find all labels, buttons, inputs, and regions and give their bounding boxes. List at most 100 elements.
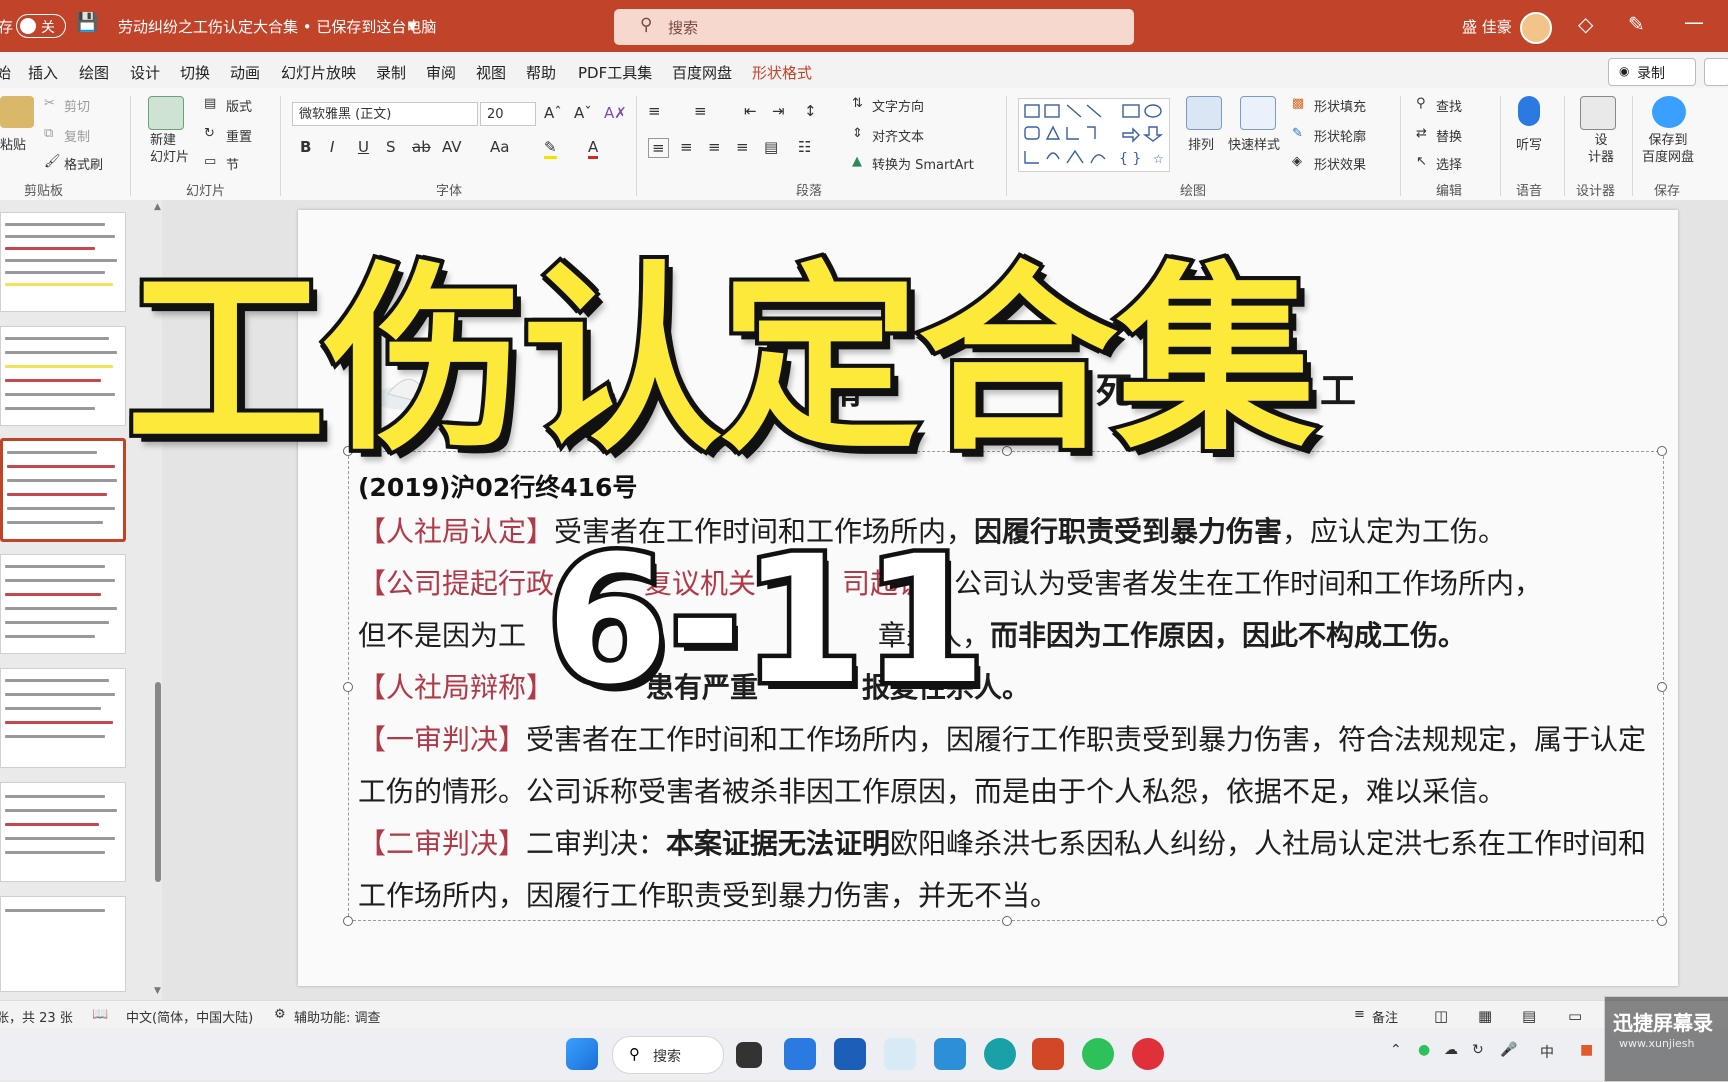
cut-icon[interactable]: ✂ <box>44 96 55 111</box>
tab-animations[interactable]: 动画 <box>230 62 260 83</box>
shape-effects-icon[interactable]: ◈ <box>1292 154 1302 169</box>
cut-button[interactable]: 剪切 <box>64 96 90 115</box>
dictionary-app-icon[interactable] <box>934 1038 966 1070</box>
comment-button[interactable] <box>1704 58 1728 86</box>
tab-insert[interactable]: 插入 <box>28 62 58 83</box>
tab-record[interactable]: 录制 <box>376 62 406 83</box>
normal-view-icon[interactable]: ◫ <box>1434 1007 1448 1025</box>
resize-handle[interactable] <box>1657 446 1667 456</box>
font-color-icon[interactable]: A <box>588 138 599 159</box>
format-painter-button[interactable]: 格式刷 <box>64 154 103 173</box>
slide-sorter-icon[interactable]: ▦ <box>1478 1007 1492 1025</box>
text-direction-button[interactable]: 文字方向 <box>872 96 924 115</box>
chevron-up-icon[interactable]: ⌃ <box>1390 1042 1402 1058</box>
select-icon[interactable]: ↖ <box>1416 154 1427 169</box>
save-baidu-button[interactable]: 保存到 百度网盘 <box>1642 132 1694 166</box>
bullets-icon[interactable]: ≡ <box>648 102 661 120</box>
paste-icon[interactable] <box>0 96 34 128</box>
language-indicator[interactable]: 中文(简体，中国大陆) <box>126 1007 253 1026</box>
netease-music-icon[interactable] <box>1132 1038 1164 1070</box>
line-spacing-icon[interactable]: ↕ <box>804 102 817 120</box>
ime-icon[interactable]: 中 <box>1540 1042 1554 1062</box>
shadow-icon[interactable]: S <box>386 138 396 156</box>
dictate-button[interactable]: 听写 <box>1516 134 1542 153</box>
copy-button[interactable]: 复制 <box>64 126 90 145</box>
powerpoint-icon[interactable] <box>1032 1038 1064 1070</box>
tab-transitions[interactable]: 切换 <box>180 62 210 83</box>
tab-help[interactable]: 帮助 <box>526 62 556 83</box>
decrease-indent-icon[interactable]: ⇤ <box>744 102 757 120</box>
pen-icon[interactable]: ✎ <box>1628 12 1645 36</box>
document-title[interactable]: 劳动纠纷之工伤认定大合集 • 已保存到这台电脑 <box>118 16 436 37</box>
replace-icon[interactable]: ⇄ <box>1416 126 1427 141</box>
layout-icon[interactable]: ▤ <box>204 96 216 111</box>
windows-start-icon[interactable] <box>566 1038 598 1070</box>
microphone-icon[interactable] <box>1518 96 1540 126</box>
justify-icon[interactable]: ≡ <box>736 138 749 156</box>
find-icon[interactable]: ⚲ <box>1416 96 1426 111</box>
slide-thumbnail[interactable] <box>0 212 126 312</box>
avatar[interactable] <box>1520 12 1552 44</box>
shape-effects-button[interactable]: 形状效果 <box>1314 154 1366 173</box>
shrink-font-icon[interactable]: Aˇ <box>574 104 592 122</box>
distributed-icon[interactable]: ▤ <box>764 138 778 156</box>
microphone-tray-icon[interactable]: 🎤 <box>1500 1042 1517 1058</box>
tab-shape-format[interactable]: 形状格式 <box>752 62 812 83</box>
highlight-icon[interactable]: ✎ <box>544 138 557 159</box>
shape-fill-icon[interactable]: ▩ <box>1292 96 1304 111</box>
section-button[interactable]: 节 <box>226 154 239 173</box>
align-text-button[interactable]: 对齐文本 <box>872 126 924 145</box>
taskbar-search[interactable]: ⚲ 搜索 <box>612 1036 724 1074</box>
format-painter-icon[interactable]: 🖌 <box>44 154 61 169</box>
tab-home[interactable]: 始 <box>0 62 11 83</box>
font-size-select[interactable]: 20 <box>480 102 536 126</box>
quick-styles-button[interactable]: 快速样式 <box>1228 134 1280 153</box>
resize-handle[interactable] <box>343 682 353 692</box>
underline-icon[interactable]: U <box>358 138 369 156</box>
new-slide-button[interactable]: 新建 幻灯片 <box>150 132 189 166</box>
new-slide-icon[interactable] <box>148 96 184 130</box>
align-text-icon[interactable]: ⇕ <box>852 126 863 141</box>
layout-button[interactable]: 版式 <box>226 96 252 115</box>
smartart-button[interactable]: 转换为 SmartArt <box>872 154 974 173</box>
slide-thumbnail[interactable] <box>0 782 126 882</box>
diamond-icon[interactable]: ◇ <box>1578 12 1593 36</box>
columns-icon[interactable]: ☷ <box>798 138 811 156</box>
tab-view[interactable]: 视图 <box>476 62 506 83</box>
edge-browser-icon[interactable] <box>984 1038 1016 1070</box>
baidu-pan-icon[interactable] <box>1652 96 1686 128</box>
scroll-down-icon[interactable]: ▼ <box>154 986 161 996</box>
autosave-toggle[interactable]: 关 <box>16 14 66 38</box>
shape-outline-button[interactable]: 形状轮廓 <box>1314 126 1366 145</box>
shape-outline-icon[interactable]: ✎ <box>1292 126 1303 141</box>
align-right-icon[interactable]: ≡ <box>708 138 721 156</box>
resize-handle[interactable] <box>1657 682 1667 692</box>
slideshow-icon[interactable]: ▭ <box>1568 1007 1582 1025</box>
shapes-gallery[interactable]: { } ☆ <box>1018 98 1170 172</box>
shape-fill-button[interactable]: 形状填充 <box>1314 96 1366 115</box>
align-left-icon[interactable]: ≡ <box>648 138 669 158</box>
align-center-icon[interactable]: ≡ <box>680 138 693 156</box>
quick-styles-icon[interactable] <box>1240 96 1276 130</box>
numbering-icon[interactable]: ≡ <box>694 102 707 120</box>
wechat-icon[interactable] <box>1082 1038 1114 1070</box>
notes-button[interactable]: 备注 <box>1372 1007 1398 1026</box>
designer-icon[interactable] <box>1580 96 1616 130</box>
search-input[interactable]: ⚲ 搜索 <box>614 9 1134 45</box>
resize-handle[interactable] <box>1657 916 1667 926</box>
wechat-tray-icon[interactable]: ● <box>1418 1042 1430 1058</box>
save-icon[interactable]: 💾 <box>76 12 98 33</box>
section-icon[interactable]: ▭ <box>204 154 216 169</box>
tray-app-icon[interactable]: ■ <box>1580 1042 1593 1058</box>
tab-draw[interactable]: 绘图 <box>79 62 109 83</box>
tab-baidu-pan[interactable]: 百度网盘 <box>672 62 732 83</box>
spellcheck-icon[interactable]: 📖 <box>92 1007 108 1022</box>
sync-icon[interactable]: ↻ <box>1472 1042 1484 1058</box>
replace-button[interactable]: 替换 <box>1436 126 1462 145</box>
spacing-icon[interactable]: AV <box>442 138 462 156</box>
notes-icon[interactable]: ≡ <box>1354 1007 1365 1022</box>
font-name-select[interactable]: 微软雅黑 (正文) <box>292 102 478 126</box>
slide-thumbnail-selected[interactable] <box>0 438 126 542</box>
reset-icon[interactable]: ↻ <box>204 126 215 141</box>
select-button[interactable]: 选择 <box>1436 154 1462 173</box>
